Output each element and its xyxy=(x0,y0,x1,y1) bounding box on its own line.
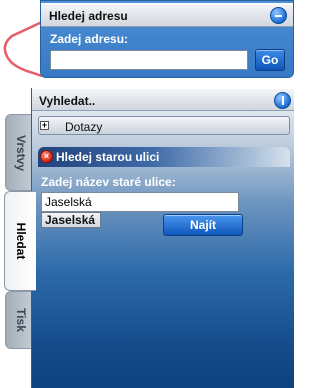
search-panel-body: + Dotazy × Hledej starou ulici Zadej náz… xyxy=(32,111,294,388)
search-panel-header[interactable]: Vyhledat.. xyxy=(32,88,294,111)
close-icon[interactable]: × xyxy=(40,150,53,163)
tab-hledat[interactable]: Hledat xyxy=(4,191,36,291)
queries-section-header[interactable]: + Dotazy xyxy=(38,116,290,135)
old-street-section-header: × Hledej starou ulici xyxy=(38,147,290,167)
expand-icon[interactable]: + xyxy=(40,121,49,130)
search-panel: Vyhledat.. + Dotazy × Hledej starou ulic… xyxy=(31,88,294,388)
info-icon[interactable] xyxy=(274,92,291,109)
tab-tisk-label: Tisk xyxy=(13,308,28,332)
address-panel-header[interactable]: Hledej adresu xyxy=(41,3,293,27)
queries-label: Dotazy xyxy=(65,120,103,134)
search-panel-title: Vyhledat.. xyxy=(39,94,96,108)
find-button[interactable]: Najít xyxy=(163,214,243,236)
address-input[interactable] xyxy=(50,50,248,70)
go-button[interactable]: Go xyxy=(255,49,285,71)
address-search-panel: Hledej adresu Zadej adresu: Go xyxy=(40,0,294,78)
address-label: Zadej adresu: xyxy=(50,32,129,46)
old-street-title: Hledej starou ulici xyxy=(56,150,160,164)
tab-hledat-label: Hledat xyxy=(13,222,28,260)
old-street-label: Zadej název staré ulice: xyxy=(41,175,176,189)
route-segment xyxy=(3,20,43,78)
address-panel-title: Hledej adresu xyxy=(49,9,128,23)
old-street-input[interactable] xyxy=(41,192,239,212)
map-viewport[interactable]: Hledej adresu Zadej adresu: Go Vrstvy Hl… xyxy=(0,0,294,388)
tab-vrstvy-label: Vrstvy xyxy=(13,134,28,171)
autocomplete-suggestion[interactable]: Jaselská xyxy=(41,212,101,228)
collapse-icon[interactable] xyxy=(270,7,287,24)
